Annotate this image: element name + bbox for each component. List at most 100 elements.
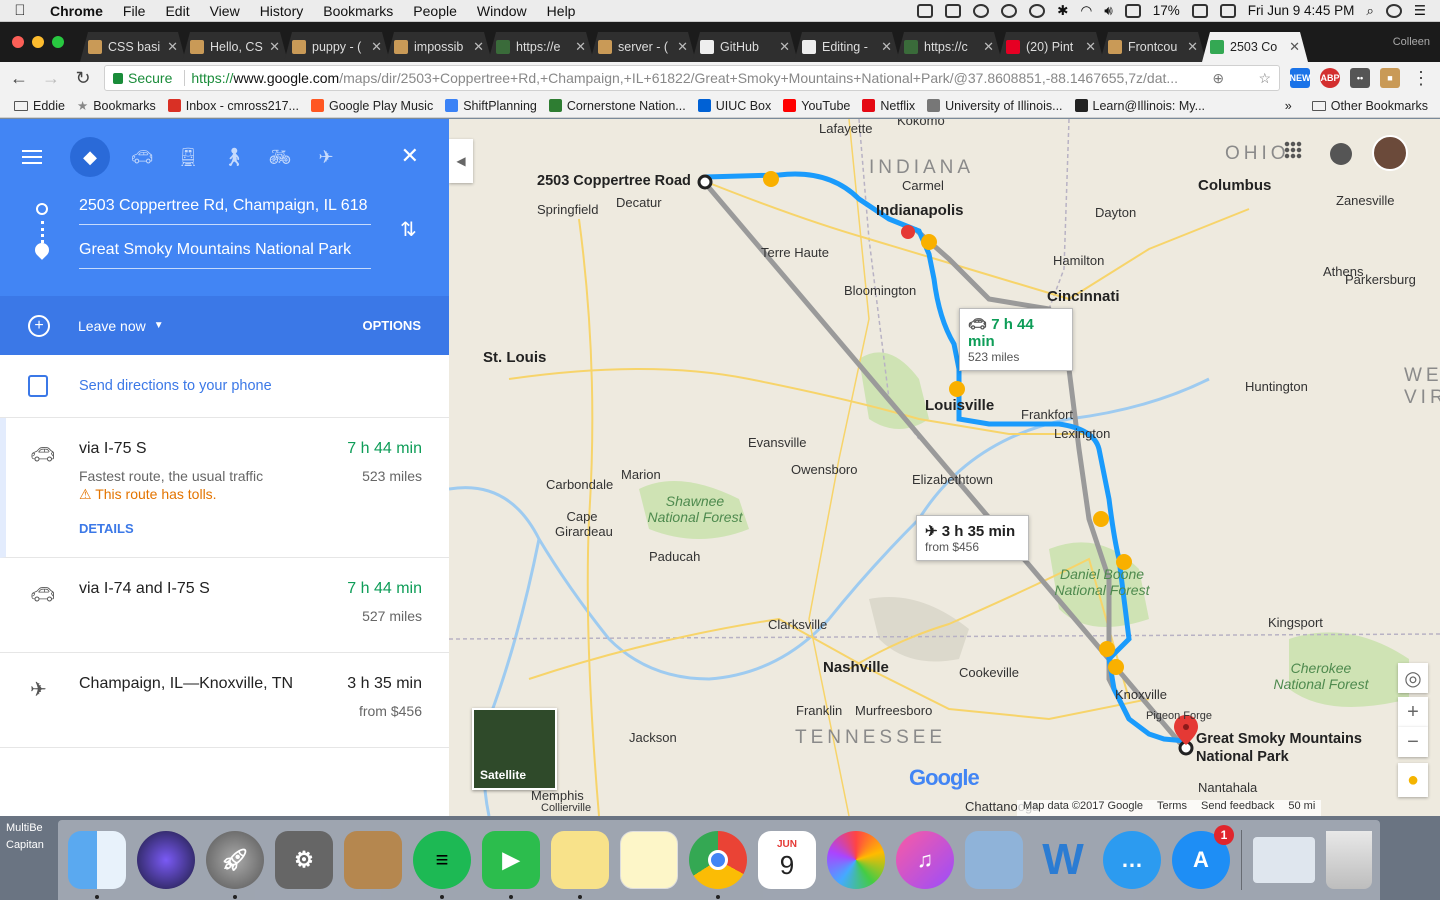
bluetooth-icon[interactable]: ✱ (1057, 3, 1068, 19)
tab-11[interactable]: 2503 Co ✕ (1202, 32, 1308, 62)
tab-2[interactable]: puppy - (✕ (284, 32, 390, 62)
facetime-icon[interactable]: ▶ (482, 831, 540, 899)
transit-mode-icon[interactable]: 🚆︎ (174, 143, 202, 171)
city-label[interactable]: Columbus (1198, 177, 1271, 194)
city-label[interactable]: Knoxville (1115, 687, 1167, 702)
minimize-window-button[interactable] (32, 36, 44, 48)
forward-arrow-icon[interactable]: → (40, 68, 62, 89)
bookmark-item[interactable]: Eddie (8, 99, 71, 113)
chrome-icon[interactable] (689, 831, 747, 899)
preview-icon[interactable] (965, 831, 1023, 889)
construction-icon[interactable] (921, 234, 937, 250)
satellite-toggle[interactable]: Satellite (472, 708, 557, 790)
driving-mode-icon[interactable]: 🚗︎ (128, 143, 156, 171)
bookmark-item[interactable]: ★ Bookmarks (71, 98, 162, 114)
menu-help[interactable]: Help (537, 3, 586, 19)
menu-app-name[interactable]: Chrome (40, 3, 113, 19)
word-icon[interactable]: W (1034, 831, 1092, 889)
origin-marker[interactable] (697, 174, 713, 190)
spotify-icon[interactable]: ≡ (413, 831, 471, 899)
closure-icon[interactable] (901, 225, 915, 239)
adblock-icon[interactable]: ABP (1320, 68, 1340, 88)
route-option-1[interactable]: 🚗︎ via I-75 S 7 h 44 min Fastest route, … (0, 418, 449, 558)
status-extension-icon[interactable] (917, 3, 934, 18)
notification-center-icon[interactable]: ☰ (1414, 3, 1426, 19)
tab-3[interactable]: impossib ✕ (386, 32, 492, 62)
map-canvas[interactable]: ◀ INDIANA OHIO TENNESSEE WE VIRG Indiana… (449, 119, 1440, 816)
tab-close-icon[interactable]: ✕ (269, 39, 280, 55)
scale-bar[interactable]: 50 mi (1288, 800, 1315, 816)
record-icon[interactable] (973, 3, 990, 18)
menu-window[interactable]: Window (467, 3, 537, 19)
send-feedback-link[interactable]: Send feedback (1201, 800, 1274, 816)
apple-menu-icon[interactable]:  (0, 2, 40, 19)
construction-icon[interactable] (1093, 511, 1109, 527)
menu-edit[interactable]: Edit (155, 3, 199, 19)
best-route-icon[interactable]: ◆ (70, 137, 110, 177)
bookmarks-overflow-icon[interactable]: » (1285, 99, 1292, 113)
tab-close-icon[interactable]: ✕ (677, 39, 688, 55)
terms-link[interactable]: Terms (1157, 800, 1187, 816)
extension-honey-icon[interactable]: ■ (1380, 68, 1400, 88)
options-button[interactable]: OPTIONS (362, 318, 421, 333)
tab-close-icon[interactable]: ✕ (1187, 39, 1198, 55)
photos-icon[interactable] (827, 831, 885, 889)
siri-icon[interactable] (137, 831, 195, 889)
close-directions-icon[interactable]: ✕ (401, 143, 419, 169)
construction-icon[interactable] (1108, 659, 1124, 675)
sync-icon[interactable] (1001, 3, 1018, 18)
flight-time-box[interactable]: ✈ 3 h 35 min from $456 (916, 515, 1029, 561)
calendar-icon[interactable]: JUN 9 (758, 831, 816, 889)
menu-people[interactable]: People (403, 3, 467, 19)
chevron-down-icon[interactable]: ▼ (154, 320, 164, 331)
system-preferences-icon[interactable]: ⚙ (275, 831, 333, 889)
battery-icon[interactable] (1191, 3, 1208, 18)
time-machine-icon[interactable] (1029, 3, 1046, 18)
back-arrow-icon[interactable]: ← (8, 68, 30, 89)
contacts-icon[interactable] (344, 831, 402, 889)
bookmark-item[interactable]: Inbox - cmross217... (162, 99, 305, 113)
menu-history[interactable]: History (250, 3, 314, 19)
tab-close-icon[interactable]: ✕ (473, 39, 484, 55)
construction-icon[interactable] (949, 381, 965, 397)
siri-icon[interactable] (1385, 3, 1402, 18)
tab-close-icon[interactable]: ✕ (371, 39, 382, 55)
zoom-in-button[interactable]: + (1398, 697, 1428, 727)
destination-label-line1[interactable]: Great Smoky Mountains (1196, 731, 1362, 747)
stickies-icon[interactable] (551, 831, 609, 899)
address-bar[interactable]: Secure https:// www.google.com /maps/dir… (104, 65, 1280, 91)
collapse-panel-button[interactable]: ◀ (449, 139, 473, 183)
avatar[interactable] (1372, 135, 1408, 171)
tab-9[interactable]: (20) Pint ✕ (998, 32, 1104, 62)
profile-name[interactable]: Colleen (1393, 36, 1430, 48)
secure-indicator[interactable]: Secure (113, 70, 172, 86)
tab-close-icon[interactable]: ✕ (983, 39, 994, 55)
route-option-flight[interactable]: ✈ Champaign, IL—Knoxville, TN 3 h 35 min… (0, 653, 449, 748)
bookmark-item[interactable]: YouTube (777, 99, 856, 113)
city-label[interactable]: St. Louis (483, 349, 546, 366)
battery-percent[interactable]: 17% (1153, 3, 1180, 18)
swap-directions-icon[interactable]: ⇅ (400, 217, 417, 242)
send-directions-row[interactable]: Send directions to your phone (0, 355, 449, 418)
desktop-file[interactable]: MultiBe Capitan (6, 820, 44, 854)
tab-close-icon[interactable]: ✕ (881, 39, 892, 55)
menu-view[interactable]: View (200, 3, 250, 19)
route-option-2[interactable]: 🚗︎ via I-74 and I-75 S 7 h 44 min 527 mi… (0, 558, 449, 653)
bookmark-item[interactable]: Netflix (856, 99, 921, 113)
origin-input[interactable]: 2503 Coppertree Rd, Champaign, IL 618 (79, 197, 371, 225)
close-window-button[interactable] (12, 36, 24, 48)
tab-close-icon[interactable]: ✕ (1085, 39, 1096, 55)
city-label[interactable]: Louisville (925, 397, 994, 414)
volume-icon[interactable]: 🔊︎ (1104, 3, 1113, 19)
cycling-mode-icon[interactable]: 🚲︎ (266, 143, 294, 171)
add-destination-icon[interactable]: + (28, 314, 50, 337)
airplay-icon[interactable] (1124, 3, 1141, 18)
bookmark-item[interactable]: Cornerstone Nation... (543, 99, 692, 113)
trash-icon[interactable] (1326, 831, 1372, 889)
tab-close-icon[interactable]: ✕ (779, 39, 790, 55)
zoom-out-button[interactable]: − (1398, 727, 1428, 757)
bookmark-star-icon[interactable]: ☆ (1250, 70, 1271, 87)
bookmark-item[interactable]: UIUC Box (692, 99, 778, 113)
tab-5[interactable]: server - (✕ (590, 32, 696, 62)
destination-input[interactable]: Great Smoky Mountains National Park (79, 241, 371, 269)
